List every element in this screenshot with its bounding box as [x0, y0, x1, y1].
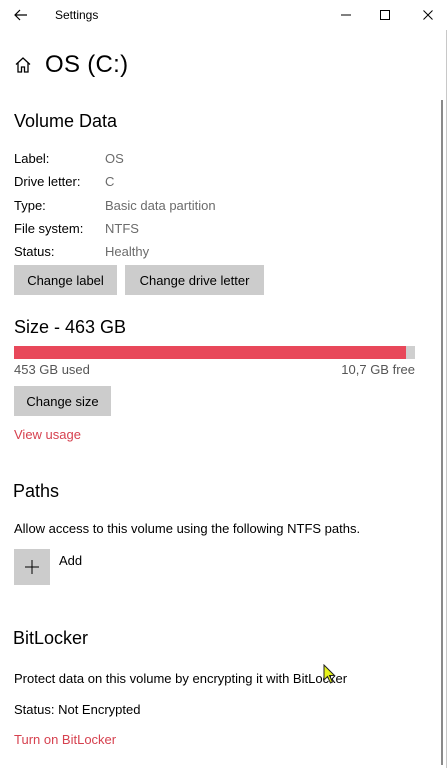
add-path-button[interactable] — [14, 549, 50, 585]
minimize-icon — [341, 14, 351, 16]
usage-bar — [14, 346, 415, 359]
add-path-label[interactable]: Add — [59, 553, 82, 568]
view-usage-link[interactable]: View usage — [14, 427, 81, 442]
back-button[interactable] — [8, 3, 34, 27]
prop-value: NTFS — [105, 221, 139, 236]
prop-row-label: Label: OS — [14, 151, 434, 169]
prop-value: Healthy — [105, 244, 150, 259]
prop-row-type: Type: Basic data partition — [14, 198, 434, 216]
prop-row-file-system: File system: NTFS — [14, 221, 434, 239]
change-size-button[interactable]: Change size — [14, 386, 111, 416]
title-bar: Settings — [0, 0, 447, 30]
scrollbar[interactable] — [441, 100, 443, 765]
close-button[interactable] — [405, 0, 447, 30]
paths-heading: Paths — [13, 481, 60, 501]
change-label-button[interactable]: Change label — [14, 265, 117, 295]
prop-row-status: Status: Healthy — [14, 244, 434, 262]
home-icon[interactable] — [14, 55, 34, 75]
usage-bar-fill — [14, 346, 406, 359]
used-space-text: 453 GB used — [14, 362, 90, 377]
turn-on-bitlocker-link[interactable]: Turn on BitLocker — [14, 732, 116, 747]
page-header: OS (C:) — [14, 50, 128, 80]
volume-data-heading: Volume Data — [14, 111, 118, 131]
prop-value: Basic data partition — [105, 198, 216, 213]
arrow-left-icon — [14, 9, 27, 21]
maximize-icon — [380, 10, 390, 20]
prop-row-drive-letter: Drive letter: C — [14, 174, 434, 192]
size-heading: Size - 463 GB — [14, 317, 127, 337]
plus-icon — [25, 560, 39, 574]
prop-label: Label: — [14, 151, 50, 166]
close-icon — [423, 10, 433, 20]
paths-description: Allow access to this volume using the fo… — [14, 521, 361, 536]
prop-label: Status: — [14, 244, 55, 259]
window-title: Settings — [55, 8, 99, 22]
mouse-cursor-icon — [323, 664, 336, 684]
prop-label: Type: — [14, 198, 46, 213]
bitlocker-description: Protect data on this volume by encryptin… — [14, 671, 348, 686]
bitlocker-status: Status: Not Encrypted — [14, 702, 141, 717]
prop-label: File system: — [14, 221, 84, 236]
change-drive-letter-button[interactable]: Change drive letter — [125, 265, 264, 295]
prop-value: OS — [105, 151, 124, 166]
page-title: OS (C:) — [45, 51, 129, 78]
maximize-button[interactable] — [362, 0, 408, 30]
free-space-text: 10,7 GB free — [341, 362, 415, 377]
bitlocker-heading: BitLocker — [13, 628, 89, 648]
prop-value: C — [105, 174, 115, 189]
prop-label: Drive letter: — [14, 174, 81, 189]
